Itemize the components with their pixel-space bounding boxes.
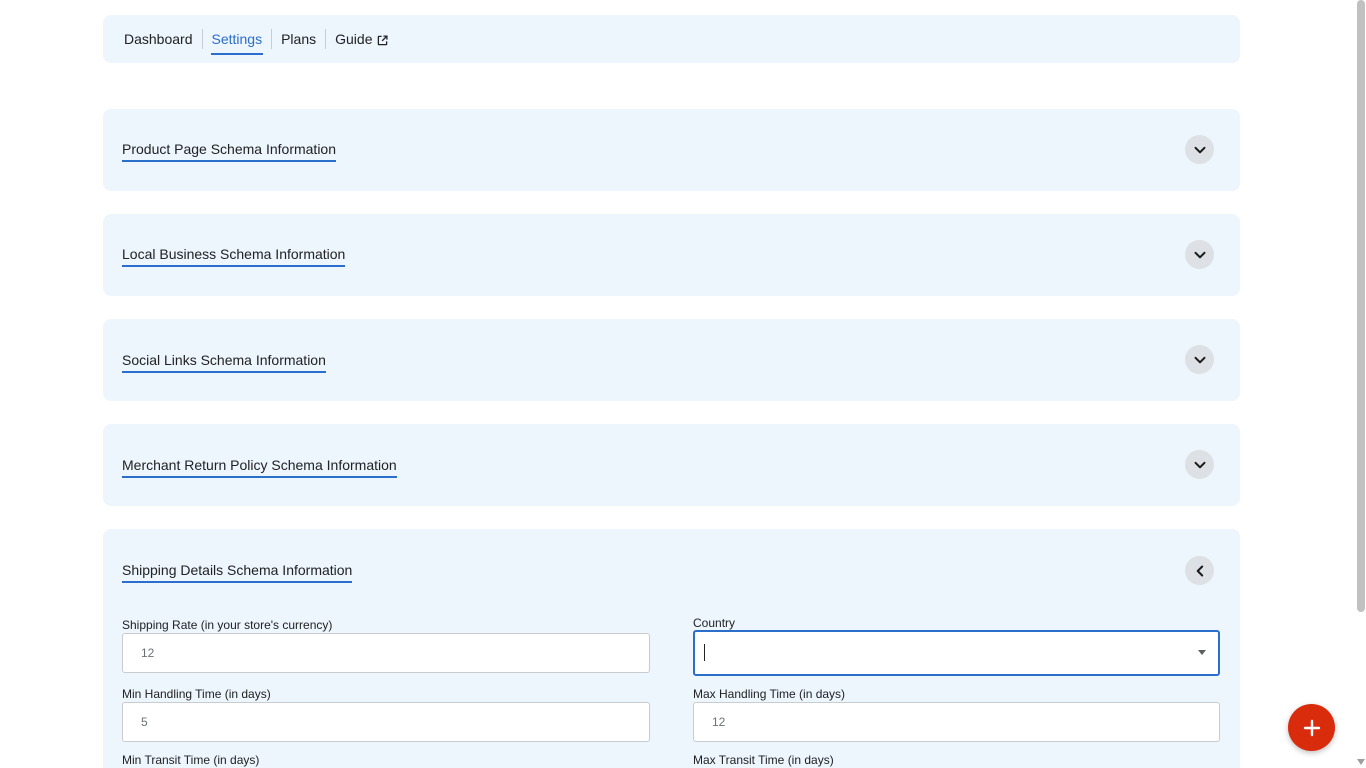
chevron-left-icon (1196, 565, 1203, 576)
section-social-links-schema: Social Links Schema Information (103, 319, 1240, 401)
section-product-page-schema: Product Page Schema Information (103, 109, 1240, 191)
external-link-icon (378, 34, 389, 45)
dropdown-arrow-icon[interactable] (1198, 650, 1206, 655)
nav-dashboard[interactable]: Dashboard (115, 29, 202, 49)
section-merchant-return-policy-schema: Merchant Return Policy Schema Informatio… (103, 424, 1240, 506)
chevron-down-icon (1194, 461, 1205, 468)
country-select[interactable] (693, 630, 1220, 676)
section-shipping-details-schema: Shipping Details Schema Information Ship… (103, 529, 1240, 768)
expand-section-button[interactable] (1185, 450, 1214, 479)
chevron-down-icon (1194, 251, 1205, 258)
app-page: Dashboard Settings Plans Guide Product P… (0, 0, 1366, 768)
scrollbar-thumb[interactable] (1357, 0, 1365, 612)
nav-separator (201, 29, 203, 49)
country-label: Country (693, 616, 736, 630)
section-title[interactable]: Local Business Schema Information (122, 245, 346, 267)
chevron-down-icon (1194, 146, 1205, 153)
min-handling-label: Min Handling Time (in days) (122, 687, 271, 701)
text-cursor (704, 644, 705, 661)
section-title[interactable]: Social Links Schema Information (122, 351, 326, 373)
nav-guide-label: Guide (335, 31, 373, 47)
nav-plans[interactable]: Plans (272, 29, 325, 49)
expand-section-button[interactable] (1185, 345, 1214, 374)
plus-icon (1303, 719, 1320, 736)
chevron-down-icon (1194, 356, 1205, 363)
expand-section-button[interactable] (1185, 240, 1214, 269)
scroll-down-arrow-icon[interactable] (1357, 759, 1365, 765)
section-title[interactable]: Product Page Schema Information (122, 140, 337, 162)
vertical-scrollbar[interactable] (1355, 0, 1366, 768)
expand-section-button[interactable] (1185, 135, 1214, 164)
min-handling-input[interactable]: 5 (122, 702, 650, 742)
collapse-section-button[interactable] (1185, 556, 1214, 585)
nav-guide[interactable]: Guide (326, 29, 397, 49)
nav-settings[interactable]: Settings (210, 29, 264, 55)
shipping-rate-label: Shipping Rate (in your store's currency) (122, 618, 333, 632)
section-local-business-schema: Local Business Schema Information (103, 214, 1240, 296)
max-transit-label: Max Transit Time (in days) (693, 753, 834, 767)
top-navigation: Dashboard Settings Plans Guide (103, 15, 1240, 63)
shipping-rate-input[interactable]: 12 (122, 633, 650, 673)
max-handling-label: Max Handling Time (in days) (693, 687, 846, 701)
section-title[interactable]: Merchant Return Policy Schema Informatio… (122, 456, 397, 478)
add-floating-button[interactable] (1288, 704, 1335, 751)
max-handling-input[interactable]: 12 (693, 702, 1220, 742)
section-title[interactable]: Shipping Details Schema Information (122, 561, 353, 583)
min-transit-label: Min Transit Time (in days) (122, 753, 260, 767)
